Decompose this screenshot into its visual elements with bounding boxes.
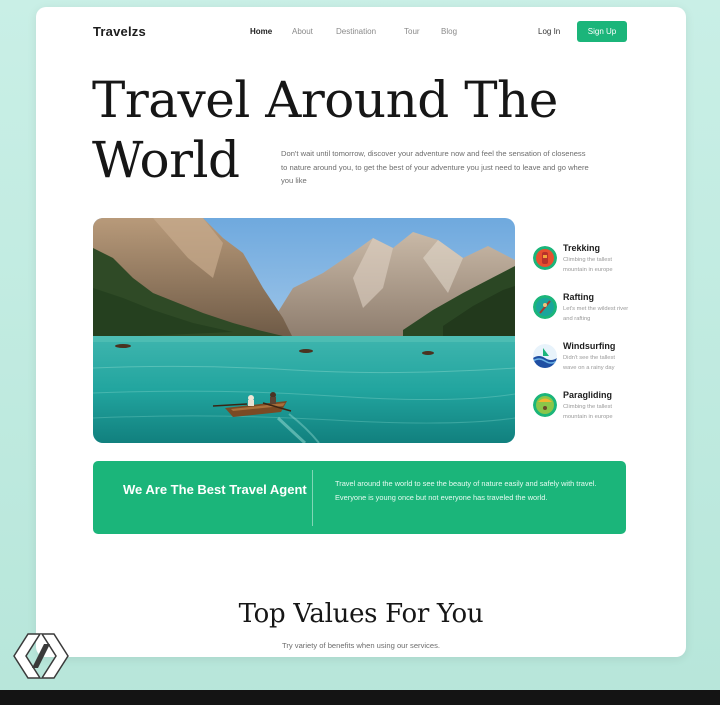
best-travel-agent-banner: We Are The Best Travel Agent Travel arou… <box>93 461 626 534</box>
section-subtitle: Try variety of benefits when using our s… <box>282 641 440 650</box>
activity-description: Climbing the tallest mountain in europe <box>563 404 613 420</box>
hero-title-line-1: Travel Around The <box>92 71 558 129</box>
brand-logo[interactable]: Travelzs <box>93 24 146 39</box>
paragliding-icon <box>533 393 557 417</box>
activity-description: Didn't see the tallest wave on a rainy d… <box>563 355 616 371</box>
activity-title: Paragliding <box>563 390 613 400</box>
rafting-icon <box>533 295 557 319</box>
banner-divider <box>312 470 313 526</box>
hero-title-line-2: World <box>92 131 240 189</box>
nav-item-blog[interactable]: Blog <box>441 27 457 36</box>
nav-item-tour[interactable]: Tour <box>404 27 420 36</box>
activity-trekking[interactable]: Trekking Climbing the tallest mountain i… <box>533 243 653 285</box>
nav-item-about[interactable]: About <box>292 27 313 36</box>
activity-rafting[interactable]: Rafting Let's met the wildest river and … <box>533 292 653 334</box>
hero-description: Don't wait until tomorrow, discover your… <box>281 149 589 185</box>
activity-description: Climbing the tallest mountain in europe <box>563 257 613 273</box>
nav-item-destination[interactable]: Destination <box>336 27 376 36</box>
activity-paragliding[interactable]: Paragliding Climbing the tallest mountai… <box>533 390 653 432</box>
section-title: Top Values For You <box>238 599 484 629</box>
activity-windsurfing[interactable]: Windsurfing Didn't see the tallest wave … <box>533 341 653 383</box>
sign-up-button[interactable]: Sign Up <box>577 21 627 42</box>
activity-description: Let's met the wildest river and rafting <box>563 306 629 322</box>
activity-title: Trekking <box>563 243 601 253</box>
nav-item-home[interactable]: Home <box>250 27 272 36</box>
activity-title: Windsurfing <box>563 341 616 351</box>
activity-title: Rafting <box>563 292 594 302</box>
trekking-icon <box>533 246 557 270</box>
banner-text: Travel around the world to see the beaut… <box>335 479 597 502</box>
watermark-logo <box>10 628 72 684</box>
bottom-strip <box>0 690 720 705</box>
banner-title: We Are The Best Travel Agent <box>123 482 307 497</box>
login-link[interactable]: Log In <box>538 27 560 36</box>
hero-lake-image <box>93 218 515 443</box>
windsurfing-icon <box>533 344 557 368</box>
lake-mountain-illustration <box>93 218 515 443</box>
landing-page-card: Travelzs Home About Destination Tour Blo… <box>36 7 686 657</box>
